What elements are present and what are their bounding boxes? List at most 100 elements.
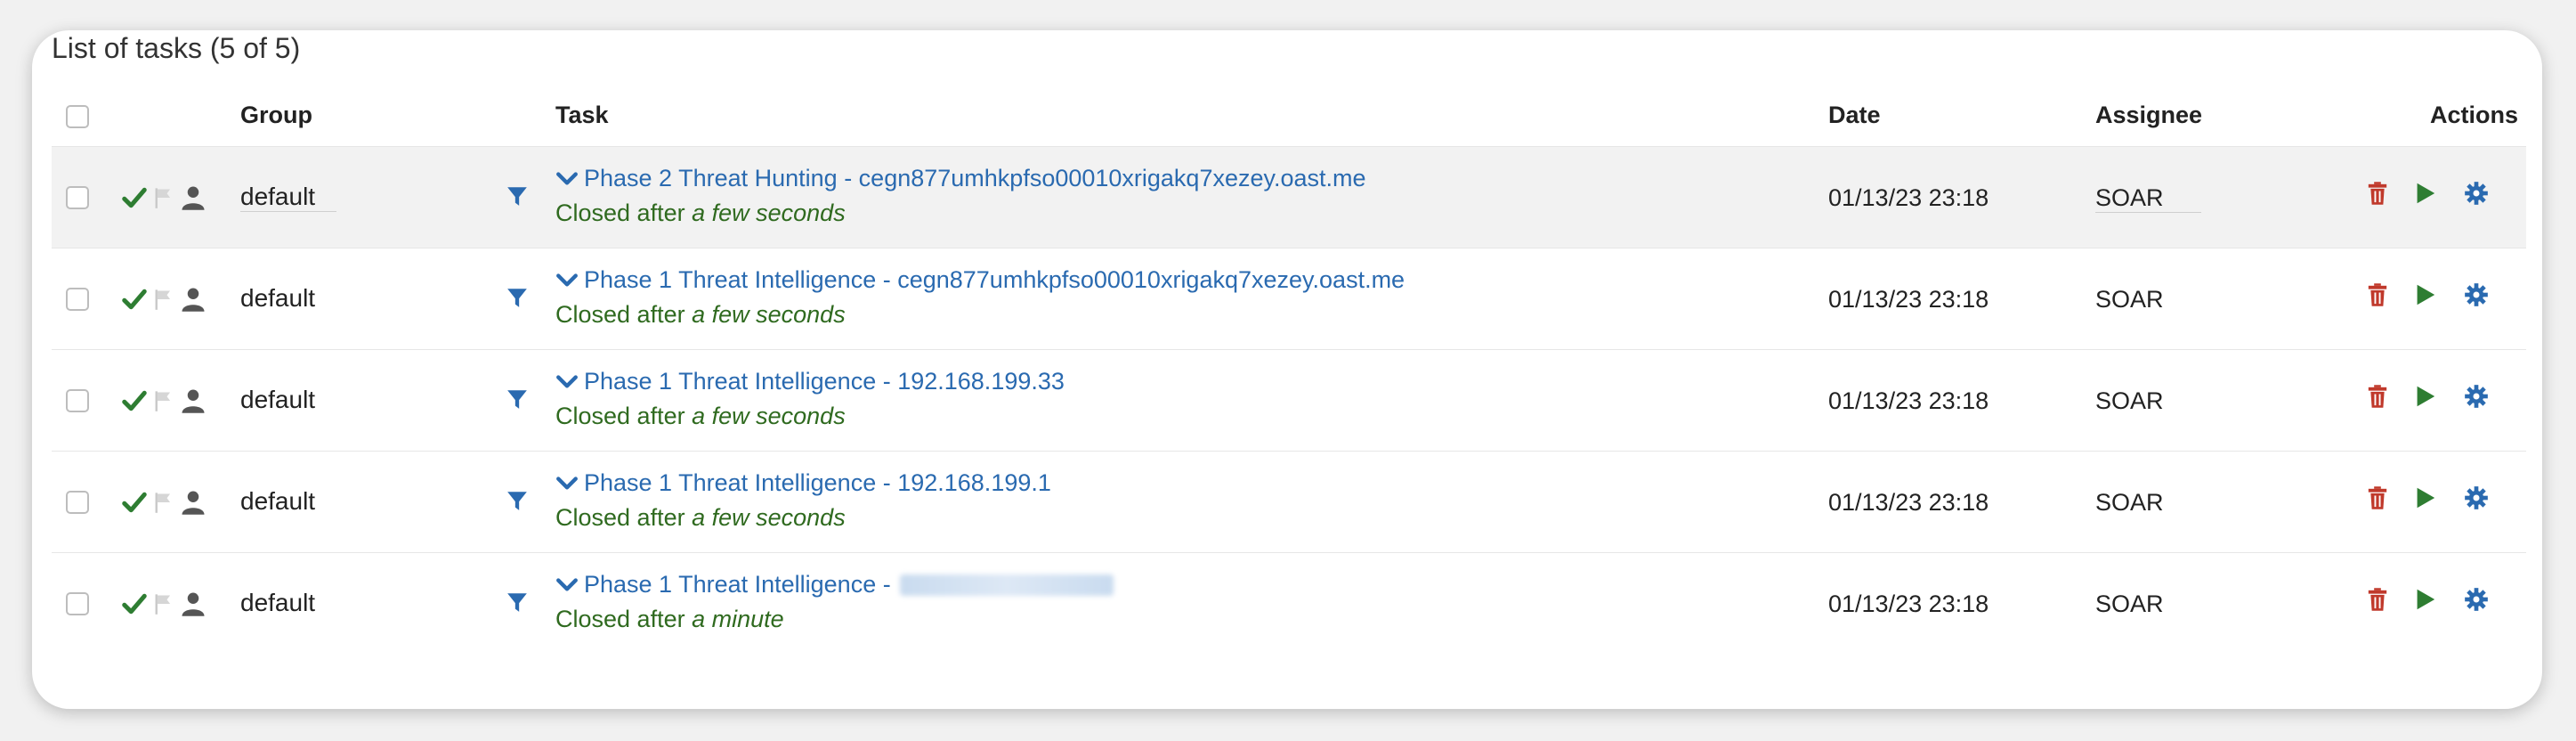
- task-link[interactable]: Phase 2 Threat Hunting - cegn877umhkpfso…: [555, 165, 1366, 192]
- table-row: default Phase 1 Threat Intelligence - ce…: [52, 248, 2526, 350]
- task-list-panel: List of tasks (5 of 5) Group Task Date A…: [32, 30, 2542, 709]
- column-header-group: Group: [240, 102, 312, 128]
- chevron-down-icon[interactable]: [555, 373, 579, 391]
- gear-icon[interactable]: [2464, 587, 2492, 615]
- flag-icon[interactable]: [153, 288, 174, 311]
- status-icons: [121, 487, 207, 517]
- task-assignee: SOAR: [2095, 590, 2164, 617]
- filter-icon[interactable]: [506, 387, 534, 416]
- status-prefix: Closed after: [555, 403, 685, 429]
- task-group: default: [240, 487, 316, 515]
- status-icons: [121, 386, 207, 416]
- task-group: default: [240, 386, 316, 413]
- task-date: 01/13/23 23:18: [1828, 387, 1989, 414]
- table-row: default Phase 2 Threat Hunting - cegn877…: [52, 146, 2526, 248]
- task-assignee: SOAR: [2095, 184, 2201, 213]
- row-checkbox[interactable]: [66, 592, 89, 615]
- trash-icon[interactable]: [2366, 384, 2394, 412]
- select-all-checkbox[interactable]: [66, 105, 89, 128]
- table-row: default Phase 1 Threat Intelligence - 19…: [52, 349, 2526, 452]
- gear-icon[interactable]: [2464, 384, 2492, 412]
- task-status: Closed after a few seconds: [555, 504, 1051, 532]
- status-prefix: Closed after: [555, 606, 685, 632]
- task-date: 01/13/23 23:18: [1828, 590, 1989, 617]
- task-date: 01/13/23 23:18: [1828, 489, 1989, 516]
- filter-icon[interactable]: [506, 184, 534, 213]
- chevron-down-icon[interactable]: [555, 576, 579, 594]
- trash-icon[interactable]: [2366, 181, 2394, 209]
- task-cell: Phase 1 Threat Intelligence - cegn877umh…: [555, 266, 1405, 329]
- task-status: Closed after a few seconds: [555, 200, 1366, 227]
- user-icon[interactable]: [180, 286, 207, 313]
- status-prefix: Closed after: [555, 301, 685, 328]
- status-prefix: Closed after: [555, 200, 685, 226]
- status-duration: a minute: [692, 606, 784, 632]
- status-duration: a few seconds: [692, 504, 846, 531]
- column-header-date: Date: [1828, 102, 1881, 128]
- trash-icon[interactable]: [2366, 282, 2394, 311]
- chevron-down-icon[interactable]: [555, 272, 579, 289]
- row-checkbox[interactable]: [66, 288, 89, 311]
- task-cell: Phase 2 Threat Hunting - cegn877umhkpfso…: [555, 165, 1366, 227]
- task-group: default: [240, 284, 316, 312]
- task-title[interactable]: Phase 1 Threat Intelligence - 192.168.19…: [584, 368, 1065, 395]
- filter-icon[interactable]: [506, 590, 534, 619]
- chevron-down-icon[interactable]: [555, 475, 579, 493]
- gear-icon[interactable]: [2464, 485, 2492, 514]
- flag-icon[interactable]: [153, 186, 174, 209]
- play-icon[interactable]: [2412, 384, 2441, 412]
- play-icon[interactable]: [2412, 181, 2441, 209]
- task-link[interactable]: Phase 1 Threat Intelligence -: [555, 571, 1114, 598]
- check-icon: [121, 590, 148, 617]
- task-cell: Phase 1 Threat Intelligence - 192.168.19…: [555, 469, 1051, 532]
- task-cell: Phase 1 Threat Intelligence - 192.168.19…: [555, 368, 1065, 430]
- status-prefix: Closed after: [555, 504, 685, 531]
- flag-icon[interactable]: [153, 491, 174, 514]
- task-cell: Phase 1 Threat Intelligence - Closed aft…: [555, 571, 1114, 633]
- check-icon: [121, 184, 148, 211]
- task-title[interactable]: Phase 1 Threat Intelligence -: [584, 571, 891, 598]
- row-checkbox[interactable]: [66, 389, 89, 412]
- task-status: Closed after a minute: [555, 606, 1114, 633]
- task-title[interactable]: Phase 1 Threat Intelligence - 192.168.19…: [584, 469, 1051, 497]
- task-status: Closed after a few seconds: [555, 403, 1065, 430]
- table-row: default Phase 1 Threat Intelligence - 19…: [52, 451, 2526, 553]
- task-assignee: SOAR: [2095, 387, 2164, 414]
- column-header-task: Task: [555, 102, 609, 128]
- status-duration: a few seconds: [692, 301, 846, 328]
- panel-title: List of tasks (5 of 5): [52, 32, 301, 64]
- trash-icon[interactable]: [2366, 587, 2394, 615]
- task-assignee: SOAR: [2095, 489, 2164, 516]
- user-icon[interactable]: [180, 387, 207, 414]
- column-header-assignee: Assignee: [2095, 102, 2203, 128]
- task-link[interactable]: Phase 1 Threat Intelligence - 192.168.19…: [555, 368, 1065, 395]
- redacted-text: [899, 574, 1114, 596]
- row-checkbox[interactable]: [66, 186, 89, 209]
- task-title[interactable]: Phase 2 Threat Hunting - cegn877umhkpfso…: [584, 165, 1366, 192]
- flag-icon[interactable]: [153, 592, 174, 615]
- status-duration: a few seconds: [692, 403, 846, 429]
- user-icon[interactable]: [180, 590, 207, 617]
- column-header-actions: Actions: [2430, 102, 2519, 128]
- task-group: default: [240, 589, 316, 616]
- chevron-down-icon[interactable]: [555, 170, 579, 188]
- filter-icon[interactable]: [506, 489, 534, 517]
- status-icons: [121, 284, 207, 314]
- task-date: 01/13/23 23:18: [1828, 286, 1989, 313]
- gear-icon[interactable]: [2464, 181, 2492, 209]
- play-icon[interactable]: [2412, 485, 2441, 514]
- status-icons: [121, 589, 207, 619]
- row-checkbox[interactable]: [66, 491, 89, 514]
- trash-icon[interactable]: [2366, 485, 2394, 514]
- task-link[interactable]: Phase 1 Threat Intelligence - 192.168.19…: [555, 469, 1051, 497]
- task-title[interactable]: Phase 1 Threat Intelligence - cegn877umh…: [584, 266, 1405, 294]
- filter-icon[interactable]: [506, 286, 534, 314]
- task-group: default: [240, 183, 337, 212]
- task-link[interactable]: Phase 1 Threat Intelligence - cegn877umh…: [555, 266, 1405, 294]
- play-icon[interactable]: [2412, 282, 2441, 311]
- user-icon[interactable]: [180, 489, 207, 516]
- play-icon[interactable]: [2412, 587, 2441, 615]
- gear-icon[interactable]: [2464, 282, 2492, 311]
- flag-icon[interactable]: [153, 389, 174, 412]
- user-icon[interactable]: [180, 184, 207, 211]
